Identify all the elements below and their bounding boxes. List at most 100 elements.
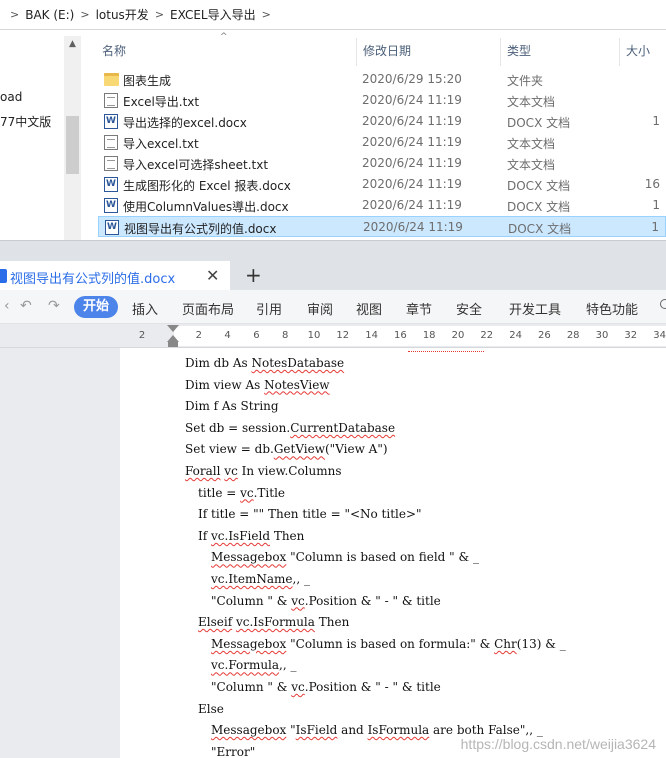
file-name: Excel导出.txt xyxy=(123,95,200,109)
breadcrumb-folder-lotus[interactable]: lotus开发 xyxy=(96,6,149,23)
file-type: DOCX 文档 xyxy=(507,200,571,214)
undo-icon[interactable]: ↶ xyxy=(20,298,32,314)
ruler-tick-label: 6 xyxy=(253,330,260,341)
file-type: 文本文档 xyxy=(507,95,556,109)
ruler-tick-label: 24 xyxy=(509,330,522,341)
word-doc-icon xyxy=(105,220,119,235)
ruler-tick-label: 26 xyxy=(538,330,551,341)
code-text: Set view = db. xyxy=(185,442,274,457)
breadcrumb-folder-excel[interactable]: EXCEL导入导出 xyxy=(170,6,256,23)
file-type: DOCX 文档 xyxy=(507,179,571,193)
file-row[interactable]: 视图导出有公式列的值.docx 2020/6/24 11:19 DOCX 文档 1 xyxy=(98,216,666,237)
code-line: Dim view As NotesView xyxy=(185,378,330,392)
tab-chapter[interactable]: 章节 xyxy=(406,299,432,318)
ruler-tick-label: 16 xyxy=(394,330,407,341)
word-doc-icon xyxy=(104,198,118,213)
column-header-date[interactable]: 修改日期 xyxy=(363,42,411,59)
search-icon[interactable] xyxy=(660,299,666,309)
file-name: 导出选择的excel.docx xyxy=(123,116,247,130)
new-tab-button[interactable]: + xyxy=(245,263,262,287)
nav-item-download[interactable]: oad xyxy=(0,90,22,104)
ruler-tick-label: 2 xyxy=(195,330,202,341)
scrollbar-thumb[interactable] xyxy=(66,116,79,174)
code-text: ,, _ xyxy=(279,658,297,673)
indent-marker[interactable] xyxy=(167,325,179,347)
file-size: 1 xyxy=(652,114,660,128)
code-text: Dim view As xyxy=(185,377,265,392)
scroll-up-icon[interactable]: ▲ xyxy=(64,36,81,53)
misspelled-token: vc xyxy=(291,593,305,608)
text-file-icon xyxy=(104,156,118,171)
tab-security[interactable]: 安全 xyxy=(456,299,482,318)
file-row[interactable]: 导出选择的excel.docx 2020/6/24 11:19 DOCX 文档 1 xyxy=(98,111,666,132)
document-page[interactable]: Dim db As NotesDatabase Dim view As Notes… xyxy=(120,348,666,758)
tab-developer[interactable]: 开发工具 xyxy=(509,299,561,318)
sort-ascending-icon: ^ xyxy=(220,32,228,42)
misspelled-token: vc.ItemName xyxy=(211,572,293,586)
chevron-right-icon: > xyxy=(154,8,165,21)
code-line: Messagebox "Column is based on formula:"… xyxy=(211,637,566,651)
column-header-size[interactable]: 大小 xyxy=(626,42,650,59)
tab-view[interactable]: 视图 xyxy=(356,299,382,318)
tab-start[interactable]: 开始 xyxy=(74,296,118,318)
file-row[interactable]: 使用ColumnValues導出.docx 2020/6/24 11:19 DOCX… xyxy=(98,195,666,216)
tab-references[interactable]: 引用 xyxy=(256,299,282,318)
misspelled-token: Chr xyxy=(494,636,517,651)
tab-insert[interactable]: 插入 xyxy=(132,299,158,318)
address-bar[interactable]: > BAK (E:) > lotus开发 > EXCEL导入导出 > xyxy=(0,0,666,30)
code-text: " xyxy=(286,723,296,738)
tab-review[interactable]: 审阅 xyxy=(307,299,333,318)
column-divider[interactable] xyxy=(619,38,620,66)
file-row[interactable]: 图表生成 2020/6/29 15:20 文件夹 xyxy=(98,69,666,90)
folder-icon xyxy=(104,73,119,86)
file-date: 2020/6/29 15:20 xyxy=(362,72,462,86)
column-header-type[interactable]: 类型 xyxy=(507,42,531,59)
document-tab-title: 视图导出有公式列的值.docx xyxy=(10,272,176,287)
nav-item-77-chinese[interactable]: 77中文版 xyxy=(0,113,51,130)
word-doc-icon xyxy=(104,114,118,129)
close-icon[interactable]: ✕ xyxy=(206,266,219,285)
file-date: 2020/6/24 11:19 xyxy=(362,177,462,191)
file-row[interactable]: 导入excel.txt 2020/6/24 11:19 文本文档 xyxy=(98,132,666,153)
column-headers: ^ 名称 修改日期 类型 大小 xyxy=(90,30,666,66)
code-text: If title = "" Then title = "<No title>" xyxy=(198,507,422,522)
column-divider[interactable] xyxy=(356,38,357,66)
misspelled-token: GetView xyxy=(273,442,325,457)
misspelled-token: IsField xyxy=(295,723,338,738)
document-tab[interactable]: 视图导出有公式列的值.docx ✕ xyxy=(0,261,230,291)
code-line: Set db = session.CurrentDatabase xyxy=(185,421,395,435)
code-line: Dim db As NotesDatabase xyxy=(185,356,344,370)
code-text: .Position & " - " & title xyxy=(304,680,441,694)
code-line: Else xyxy=(198,702,224,716)
ruler-tick-label: 18 xyxy=(422,330,436,341)
tab-page-layout[interactable]: 页面布局 xyxy=(182,299,234,318)
code-line: "Error" xyxy=(211,745,255,758)
misspelled-token: vc xyxy=(224,464,238,478)
file-row[interactable]: 生成图形化的 Excel 报表.docx 2020/6/24 11:19 DOCX … xyxy=(98,174,666,195)
misspelled-token: Messagebox xyxy=(211,550,287,565)
breadcrumb-drive[interactable]: BAK (E:) xyxy=(25,8,74,22)
nav-scrollbar[interactable]: ▲ xyxy=(64,36,81,240)
code-text: Dim f As String xyxy=(185,399,279,414)
file-row[interactable]: 导入excel可选择sheet.txt 2020/6/24 11:19 文本文档 xyxy=(98,153,666,174)
chevron-left-icon[interactable]: ‹ xyxy=(4,298,10,314)
redo-icon[interactable]: ↷ xyxy=(48,298,60,314)
misspelled-token: CurrentDatabase xyxy=(290,420,396,435)
code-line: "Column " & vc.Position & " - " & title xyxy=(211,680,441,694)
misspelled-token: Messagebox xyxy=(211,723,287,738)
column-header-name[interactable]: 名称 xyxy=(102,42,126,59)
code-text: Then xyxy=(314,615,350,630)
code-line: Dim f As String xyxy=(185,399,279,413)
file-row[interactable]: Excel导出.txt 2020/6/24 11:19 文本文档 xyxy=(98,90,666,111)
code-text: If xyxy=(198,528,211,543)
code-text: Dim db As xyxy=(185,356,252,370)
code-text: .Position & " - " & title xyxy=(304,593,441,608)
wps-writer-window: 视图导出有公式列的值.docx ✕ + ‹ ↶ ↷ 开始 插入 页面布局 引用 … xyxy=(0,240,666,758)
tab-special-features[interactable]: 特色功能 xyxy=(586,299,638,318)
code-line: vc.Formula,, _ xyxy=(211,658,297,672)
file-type: 文本文档 xyxy=(507,158,556,172)
code-line: Messagebox "Column is based on field " &… xyxy=(211,550,479,564)
column-divider[interactable] xyxy=(500,38,501,66)
ruler-tick-label: 22 xyxy=(480,330,494,341)
horizontal-ruler[interactable]: 2 2 4 6 8 10 12 14 16 18 20 22 24 26 28 30 32 34 xyxy=(0,324,666,348)
